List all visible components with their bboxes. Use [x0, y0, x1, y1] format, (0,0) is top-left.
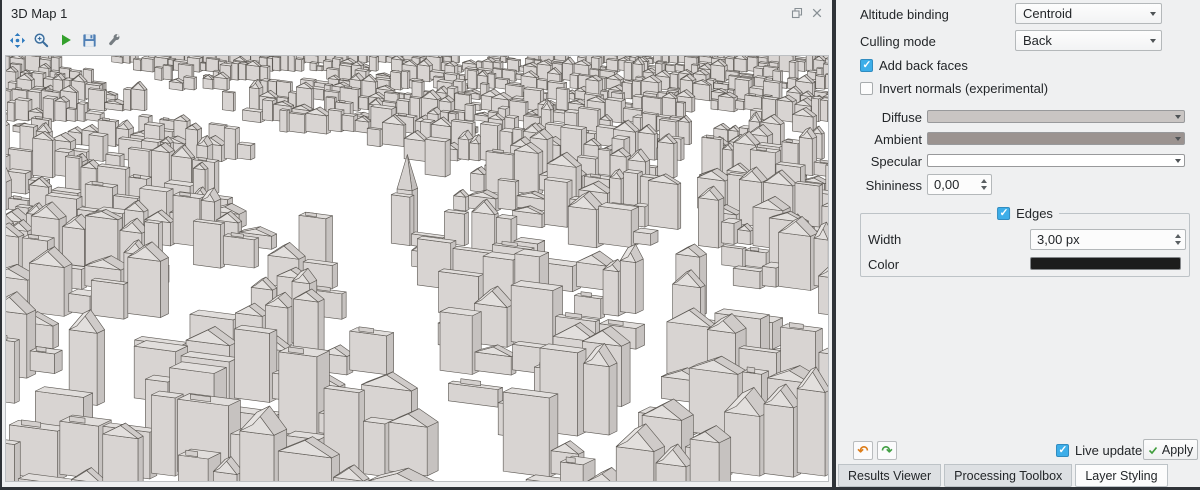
- map-panel-titlebar[interactable]: 3D Map 1: [2, 0, 832, 26]
- edges-group-title: Edges: [1016, 206, 1053, 221]
- combo-value: Back: [1023, 33, 1146, 48]
- spin-up-icon[interactable]: [981, 179, 987, 183]
- bottom-tabbar: Results Viewer Processing Toolbox Layer …: [836, 464, 1200, 487]
- checkbox-label: Live update: [1075, 443, 1142, 458]
- spin-buttons[interactable]: [976, 175, 991, 194]
- checkbox-box: [860, 82, 873, 95]
- zoom-full-icon[interactable]: [31, 30, 52, 51]
- tab-results-viewer[interactable]: Results Viewer: [838, 464, 941, 487]
- combo-value: Centroid: [1023, 6, 1146, 21]
- add-back-faces-checkbox[interactable]: Add back faces: [860, 58, 968, 73]
- apply-label: Apply: [1162, 443, 1193, 457]
- diffuse-label: Diffuse: [836, 110, 922, 126]
- apply-button[interactable]: Apply: [1143, 439, 1198, 460]
- float-panel-icon[interactable]: [791, 7, 803, 19]
- specular-color-button[interactable]: [927, 154, 1185, 167]
- culling-mode-label: Culling mode: [860, 34, 936, 50]
- spin-up-icon[interactable]: [1175, 234, 1181, 238]
- redo-button[interactable]: ↷: [877, 441, 897, 460]
- tab-processing-toolbox[interactable]: Processing Toolbox: [944, 464, 1072, 487]
- invert-normals-checkbox[interactable]: Invert normals (experimental): [860, 81, 1048, 96]
- spin-buttons[interactable]: [1170, 230, 1185, 249]
- redo-icon: ↷: [882, 444, 893, 457]
- edge-color-label: Color: [868, 257, 899, 273]
- map-toolbar: [2, 26, 832, 54]
- camera-control-icon[interactable]: [7, 30, 28, 51]
- checkbox-box: [997, 207, 1010, 220]
- altitude-binding-label: Altitude binding: [860, 7, 949, 23]
- map-3d-panel: 3D Map 1: [2, 0, 832, 487]
- diffuse-color-button[interactable]: [927, 110, 1185, 123]
- culling-mode-select[interactable]: Back: [1015, 30, 1162, 51]
- checkbox-label: Invert normals (experimental): [879, 81, 1048, 96]
- close-panel-icon[interactable]: [811, 7, 823, 19]
- chevron-down-icon: [1150, 12, 1156, 16]
- configure-icon[interactable]: [103, 30, 124, 51]
- tab-layer-styling[interactable]: Layer Styling: [1075, 464, 1167, 487]
- ambient-color-button[interactable]: [927, 132, 1185, 145]
- altitude-binding-select[interactable]: Centroid: [1015, 3, 1162, 24]
- spin-value: 3,00 px: [1037, 232, 1170, 247]
- shininess-label: Shininess: [836, 178, 922, 194]
- undo-button[interactable]: ↶: [853, 441, 873, 460]
- apply-icon: [1148, 445, 1158, 455]
- chevron-down-icon: [1150, 39, 1156, 43]
- shininess-spinbox[interactable]: 0,00: [927, 174, 992, 195]
- checkbox-label: Add back faces: [879, 58, 968, 73]
- spin-down-icon[interactable]: [981, 186, 987, 190]
- edge-width-label: Width: [868, 232, 901, 248]
- ambient-label: Ambient: [836, 132, 922, 148]
- spin-value: 0,00: [934, 177, 976, 192]
- edge-width-spinbox[interactable]: 3,00 px: [1030, 229, 1186, 250]
- spin-down-icon[interactable]: [1175, 241, 1181, 245]
- qgis-window: 3D Map 1: [0, 0, 1200, 490]
- specular-label: Specular: [836, 154, 922, 170]
- save-image-icon[interactable]: [79, 30, 100, 51]
- checkbox-box: [1056, 444, 1069, 457]
- checkbox-box: [860, 59, 873, 72]
- edges-group-checkbox[interactable]: Edges: [991, 206, 1059, 221]
- chevron-down-icon: [1175, 137, 1181, 141]
- live-update-checkbox[interactable]: Live update: [1056, 443, 1142, 458]
- titlebar-buttons: [791, 7, 823, 19]
- play-animation-icon[interactable]: [55, 30, 76, 51]
- chevron-down-icon: [1175, 115, 1181, 119]
- map-3d-viewport[interactable]: [5, 55, 829, 482]
- chevron-down-icon: [1175, 159, 1181, 163]
- edge-color-button[interactable]: [1030, 257, 1181, 270]
- layer-styling-panel: Altitude binding Centroid Culling mode B…: [836, 0, 1200, 487]
- undo-icon: ↶: [858, 444, 869, 457]
- city-3d-render: [6, 56, 828, 481]
- map-panel-title: 3D Map 1: [11, 6, 67, 21]
